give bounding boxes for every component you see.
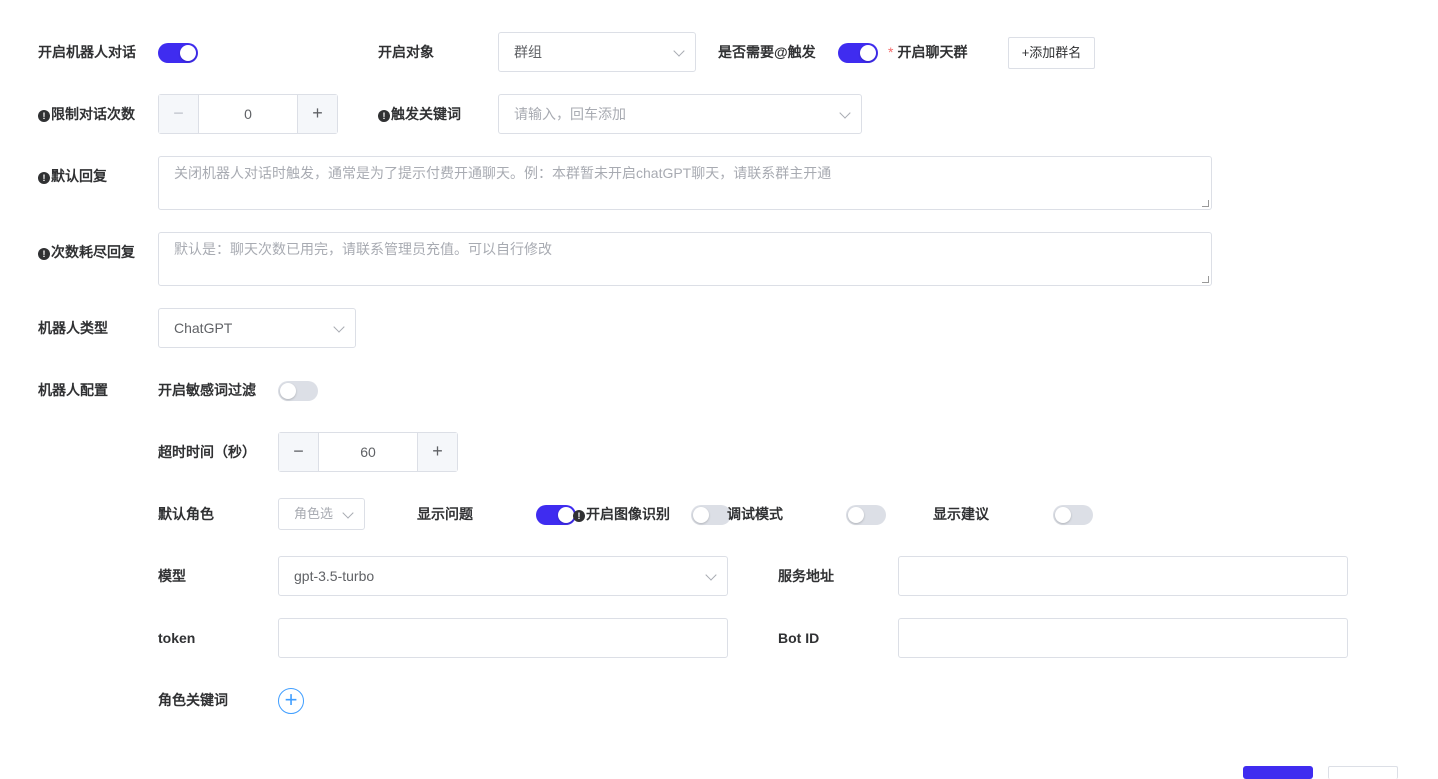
add-role-keyword-icon[interactable]: + [278,688,304,714]
default-reply-label: 默认回复 [51,168,107,184]
minus-button[interactable]: − [159,95,199,133]
timeout-stepper: − 60 + [278,432,458,472]
token-label: token [158,630,196,646]
chevron-down-icon [342,507,354,519]
sensitive-label: 开启敏感词过滤 [158,382,256,398]
cancel-button[interactable] [1328,766,1398,779]
minus-button[interactable]: − [279,433,319,471]
plus-button[interactable]: + [417,433,457,471]
switch-knob [558,507,574,523]
model-value: gpt-3.5-turbo [294,568,375,584]
plus-button[interactable]: + [297,95,337,133]
bot-type-value: ChatGPT [174,320,233,336]
switch-knob [693,507,709,523]
botid-label: Bot ID [778,630,820,646]
resize-handle-icon[interactable] [1202,276,1209,283]
exclamation-icon: ! [38,172,50,184]
bot-config-label: 机器人配置 [38,382,108,398]
exhausted-reply-placeholder: 默认是：聊天次数已用完，请联系管理员充值。可以自行修改 [174,241,552,257]
limit-label-wrap: ! 限制对话次数 [38,104,135,124]
chat-group-label: 开启聊天群 [897,44,968,60]
enable-bot-label: 开启机器人对话 [38,44,136,60]
timeout-label: 超时时间（秒） [158,444,256,460]
default-reply-label-wrap: ! 默认回复 [38,166,107,186]
switch-knob [280,383,296,399]
botid-input[interactable] [898,618,1348,658]
debug-label: 调试模式 [727,506,783,522]
suggest-label: 显示建议 [933,506,989,522]
exhausted-reply-label: 次数耗尽回复 [51,244,135,260]
target-label: 开启对象 [378,44,434,60]
exclamation-icon: ! [573,510,585,522]
target-select-value: 群组 [514,44,542,60]
keyword-label-wrap: ! 触发关键词 [378,104,461,124]
chat-group-label-wrap: * 开启聊天群 [888,42,967,62]
service-label: 服务地址 [778,568,834,584]
enable-bot-switch[interactable] [158,43,198,63]
chevron-down-icon [673,45,685,57]
bot-type-label: 机器人类型 [38,320,108,336]
suggest-switch[interactable] [1053,505,1093,525]
image-switch[interactable] [691,505,731,525]
limit-label: 限制对话次数 [51,106,135,122]
need-at-label: 是否需要@触发 [718,44,816,60]
timeout-value[interactable]: 60 [319,433,417,471]
model-select[interactable]: gpt-3.5-turbo [278,556,728,596]
switch-knob [848,507,864,523]
chevron-down-icon [705,569,717,581]
sensitive-switch[interactable] [278,381,318,401]
keyword-label: 触发关键词 [391,106,461,122]
resize-handle-icon[interactable] [1202,200,1209,207]
role-select[interactable]: 角色选 [278,498,365,530]
limit-stepper: − 0 + [158,94,338,134]
debug-switch[interactable] [846,505,886,525]
exclamation-icon: ! [38,248,50,260]
required-mark: * [888,44,894,60]
chevron-down-icon [333,321,345,333]
target-select[interactable]: 群组 [498,32,696,72]
add-group-button[interactable]: +添加群名 [1008,37,1095,69]
switch-knob [1055,507,1071,523]
role-keyword-label: 角色关键词 [158,692,228,708]
model-label: 模型 [158,568,186,584]
chevron-down-icon [839,107,851,119]
keyword-select[interactable]: 请输入，回车添加 [498,94,862,134]
exclamation-icon: ! [38,110,50,122]
role-label: 默认角色 [158,506,214,522]
bot-type-select[interactable]: ChatGPT [158,308,356,348]
exhausted-reply-textarea[interactable]: 默认是：聊天次数已用完，请联系管理员充值。可以自行修改 [158,232,1212,286]
default-reply-placeholder: 关闭机器人对话时触发，通常是为了提示付费开通聊天。例：本群暂未开启chatGPT… [174,165,832,181]
switch-knob [180,45,196,61]
image-label: 开启图像识别 [586,506,670,522]
switch-knob [860,45,876,61]
token-input[interactable] [278,618,728,658]
need-at-switch[interactable] [838,43,878,63]
image-label-wrap: ! 开启图像识别 [573,504,670,524]
limit-value[interactable]: 0 [199,95,297,133]
exhausted-reply-label-wrap: ! 次数耗尽回复 [38,242,135,262]
role-placeholder: 角色选 [294,506,334,521]
default-reply-textarea[interactable]: 关闭机器人对话时触发，通常是为了提示付费开通聊天。例：本群暂未开启chatGPT… [158,156,1212,210]
service-input[interactable] [898,556,1348,596]
keyword-placeholder: 请输入，回车添加 [514,106,626,122]
confirm-button[interactable] [1243,766,1313,779]
exclamation-icon: ! [378,110,390,122]
show-question-label: 显示问题 [417,506,473,522]
show-question-switch[interactable] [536,505,576,525]
